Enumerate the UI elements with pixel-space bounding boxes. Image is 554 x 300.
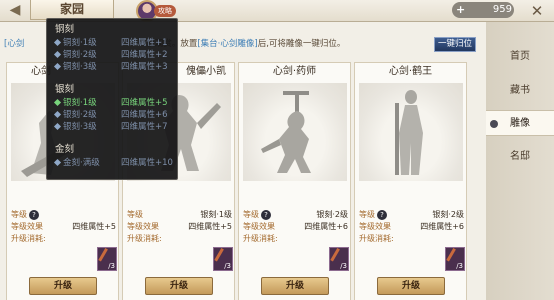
- card-level-row: 等级? 银刻·2级: [359, 209, 464, 221]
- strategy-badge[interactable]: 攻略: [154, 5, 176, 17]
- material-slot[interactable]: /3: [329, 247, 349, 271]
- effect-label: 等级效果: [127, 222, 159, 231]
- material-count: /3: [108, 262, 115, 270]
- cost-label: 升级消耗:: [359, 234, 394, 243]
- card-cost-row: 升级消耗:: [11, 233, 116, 245]
- auto-place-button[interactable]: 一键归位: [434, 37, 476, 52]
- close-button[interactable]: ✕: [528, 2, 546, 20]
- statue-image: [359, 83, 463, 181]
- card-effect-row: 等级效果 四维属性+5: [127, 221, 232, 233]
- tooltip-section-title: 银刻: [55, 84, 75, 95]
- level-label: 等级: [359, 210, 375, 219]
- tooltip-line: 铜刻·1级 四维属性+1: [53, 37, 175, 49]
- sidebar-item-home[interactable]: 首页: [492, 44, 548, 70]
- help-icon[interactable]: ?: [29, 209, 39, 220]
- sidebar-item-statues[interactable]: 雕像: [486, 110, 554, 136]
- card-level-row: 等级? 银刻·2级: [243, 209, 348, 221]
- card-level-row: 等级?: [11, 209, 116, 221]
- effect-value: 四维属性+6: [420, 222, 464, 231]
- effect-value: 四维属性+6: [304, 222, 348, 231]
- tooltip-line: 铜刻·2级 四维属性+2: [53, 49, 175, 61]
- material-count: /3: [340, 262, 347, 270]
- tooltip-section-title: 金刻: [55, 144, 75, 155]
- upgrade-button[interactable]: 升级: [29, 277, 97, 295]
- card-cost-row: 升级消耗:: [359, 233, 464, 245]
- material-count: /3: [224, 262, 231, 270]
- effect-value: 四维属性+5: [188, 222, 232, 231]
- hint-prefix: [心剑: [4, 39, 25, 49]
- level-tooltip: 铜刻 铜刻·1级 四维属性+1 铜刻·2级 四维属性+2 铜刻·3级 四维属性+3 银…: [46, 18, 178, 180]
- upgrade-button[interactable]: 升级: [261, 277, 329, 295]
- tooltip-line: 金刻·满级 四维属性+10: [53, 157, 175, 169]
- card-effect-row: 等级效果 四维属性+6: [359, 221, 464, 233]
- help-icon[interactable]: ?: [377, 209, 387, 220]
- statue-card[interactable]: 心剑·鹤王 等级? 银刻·2级 等级效果 四维属性+6 升级消耗: /3 升级: [354, 62, 467, 300]
- statue-image: [243, 83, 347, 181]
- card-cost-row: 升级消耗:: [127, 233, 232, 245]
- effect-label: 等级效果: [11, 222, 43, 231]
- currency-add-icon[interactable]: +: [456, 2, 470, 18]
- level-label: 等级: [11, 210, 27, 219]
- cost-label: 升级消耗:: [127, 234, 162, 243]
- sidebar-item-mansion[interactable]: 名邸: [492, 144, 548, 170]
- material-slot[interactable]: /3: [213, 247, 233, 271]
- back-arrow-icon[interactable]: ◀: [6, 2, 24, 18]
- tooltip-section-title: 铜刻: [55, 24, 75, 35]
- effect-label: 等级效果: [243, 222, 275, 231]
- tooltip-section-bronze: 铜刻 铜刻·1级 四维属性+1 铜刻·2级 四维属性+2 铜刻·3级 四维属性+3: [53, 23, 175, 73]
- tooltip-line: 银刻·2级 四维属性+6: [53, 109, 175, 121]
- level-value: 银刻·1级: [200, 210, 232, 219]
- page-title: 家园: [30, 0, 114, 20]
- level-value: 银刻·2级: [432, 210, 464, 219]
- hint-suffix: 后,可将雕像一键归位。: [257, 39, 346, 49]
- effect-value: 四维属性+5: [72, 222, 116, 231]
- currency-value: 959: [492, 4, 512, 15]
- cost-label: 升级消耗:: [11, 234, 46, 243]
- material-slot[interactable]: /3: [97, 247, 117, 271]
- sidebar-item-books[interactable]: 藏书: [492, 78, 548, 104]
- cost-label: 升级消耗:: [243, 234, 278, 243]
- hint-highlight: [集台·心剑雕像]: [197, 39, 258, 49]
- upgrade-button[interactable]: 升级: [145, 277, 213, 295]
- material-slot[interactable]: /3: [445, 247, 465, 271]
- active-indicator-icon: [490, 120, 498, 128]
- level-label: 等级: [243, 210, 259, 219]
- card-effect-row: 等级效果 四维属性+5: [11, 221, 116, 233]
- card-effect-row: 等级效果 四维属性+6: [243, 221, 348, 233]
- tooltip-section-gold: 金刻 金刻·满级 四维属性+10: [53, 143, 175, 169]
- card-level-row: 等级 银刻·1级: [127, 209, 232, 221]
- help-icon[interactable]: ?: [261, 209, 271, 220]
- effect-label: 等级效果: [359, 222, 391, 231]
- upgrade-button[interactable]: 升级: [377, 277, 445, 295]
- tooltip-section-silver: 银刻 银刻·1级 四维属性+5 银刻·2级 四维属性+6 银刻·3级 四维属性+7: [53, 83, 175, 133]
- card-name: 心剑·药师: [272, 66, 317, 77]
- card-name: 心剑·鹤王: [388, 66, 433, 77]
- material-count: /3: [456, 262, 463, 270]
- tooltip-line: 银刻·3级 四维属性+7: [53, 121, 175, 133]
- level-value: 银刻·2级: [316, 210, 348, 219]
- level-label: 等级: [127, 210, 143, 219]
- sidebar-nav: 首页 藏书 雕像 名邸: [486, 22, 554, 300]
- sidebar-item-label: 雕像: [510, 118, 530, 129]
- tooltip-line-current: 银刻·1级 四维属性+5: [53, 97, 175, 109]
- card-cost-row: 升级消耗:: [243, 233, 348, 245]
- tooltip-line: 铜刻·3级 四维属性+3: [53, 61, 175, 73]
- statue-card[interactable]: 心剑·药师 等级? 银刻·2级 等级效果 四维属性+6 升级消耗: /3 升级: [238, 62, 351, 300]
